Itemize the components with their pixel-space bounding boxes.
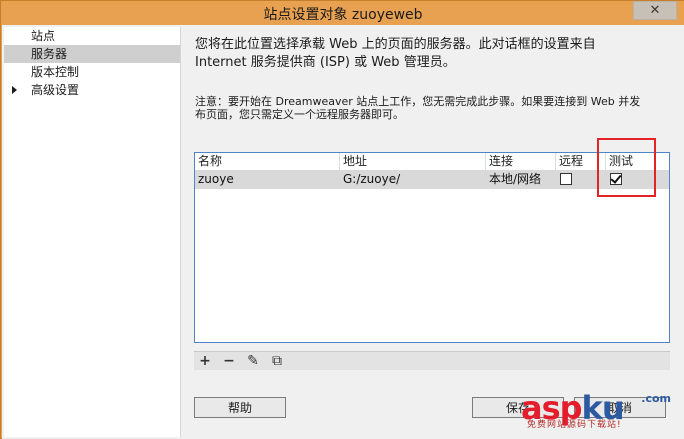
sidebar-item-label: 服务器 xyxy=(31,47,68,61)
intro-line-1: 您将在此位置选择承载 Web 上的页面的服务器。此对话框的设置来自 xyxy=(195,37,596,52)
category-sidebar: 站点 服务器 版本控制 高级设置 xyxy=(4,27,181,437)
duplicate-server-button[interactable]: ⧉ xyxy=(268,353,286,369)
cancel-button[interactable]: 取消 xyxy=(574,397,666,418)
server-connection-cell: 本地/网络 xyxy=(489,172,542,186)
duplicate-icon: ⧉ xyxy=(272,353,282,369)
edit-server-button[interactable]: ✎ xyxy=(244,353,262,369)
expand-arrow-icon[interactable] xyxy=(12,86,17,94)
sidebar-item-version-control[interactable]: 版本控制 xyxy=(4,63,180,81)
title-bar[interactable]: 站点设置对象 zuoyeweb ✕ xyxy=(1,1,684,25)
close-icon: ✕ xyxy=(649,3,661,18)
sidebar-item-site[interactable]: 站点 xyxy=(4,27,180,45)
remove-server-button[interactable]: − xyxy=(220,353,238,369)
window-title: 站点设置对象 zuoyeweb xyxy=(263,7,423,23)
note-line-2: 布页面，您只需定义一个远程服务器即可。 xyxy=(195,108,404,121)
server-toolbar: + − ✎ ⧉ xyxy=(194,351,670,370)
remote-checkbox[interactable] xyxy=(560,173,572,185)
plus-icon: + xyxy=(199,353,211,369)
save-button[interactable]: 保存 xyxy=(472,397,564,418)
column-header-test[interactable]: 测试 xyxy=(606,153,669,170)
intro-text: 您将在此位置选择承载 Web 上的页面的服务器。此对话框的设置来自 Intern… xyxy=(195,36,665,72)
servers-panel: 您将在此位置选择承载 Web 上的页面的服务器。此对话框的设置来自 Intern… xyxy=(182,27,682,437)
column-header-connection[interactable]: 连接 xyxy=(486,153,556,170)
sidebar-item-label: 版本控制 xyxy=(31,65,80,79)
column-header-address[interactable]: 地址 xyxy=(340,153,486,170)
server-name-cell: zuoye xyxy=(198,172,234,186)
note-line-1: 注意：要开始在 Dreamweaver 站点上工作，您无需完成此步骤。如果要连接… xyxy=(195,95,641,108)
server-table: 名称 地址 连接 远程 测试 zuoye G:/zuoye/ 本地/网络 xyxy=(194,152,670,343)
site-setup-dialog: 站点设置对象 zuoyeweb ✕ 站点 服务器 版本控制 高级设置 您将在此位… xyxy=(0,0,684,439)
checkmark-icon xyxy=(610,172,622,184)
column-header-name[interactable]: 名称 xyxy=(195,153,340,170)
server-address-cell: G:/zuoye/ xyxy=(343,172,401,186)
sidebar-item-servers[interactable]: 服务器 xyxy=(4,45,180,63)
table-row[interactable]: zuoye G:/zuoye/ 本地/网络 xyxy=(195,170,669,189)
help-button[interactable]: 帮助 xyxy=(194,397,286,418)
table-header: 名称 地址 连接 远程 测试 xyxy=(195,153,669,171)
sidebar-item-label: 高级设置 xyxy=(31,83,80,97)
add-server-button[interactable]: + xyxy=(196,353,214,369)
sidebar-item-label: 站点 xyxy=(31,29,56,43)
note-text: 注意：要开始在 Dreamweaver 站点上工作，您无需完成此步骤。如果要连接… xyxy=(195,95,684,121)
test-checkbox[interactable] xyxy=(610,172,622,185)
minus-icon: − xyxy=(223,353,235,369)
sidebar-item-advanced-settings[interactable]: 高级设置 xyxy=(4,81,180,99)
intro-line-2: Internet 服务提供商 (ISP) 或 Web 管理员。 xyxy=(195,55,456,70)
pencil-icon: ✎ xyxy=(247,353,259,369)
dialog-body: 站点 服务器 版本控制 高级设置 您将在此位置选择承载 Web 上的页面的服务器… xyxy=(2,25,684,439)
column-header-remote[interactable]: 远程 xyxy=(556,153,606,170)
close-button[interactable]: ✕ xyxy=(633,1,677,20)
